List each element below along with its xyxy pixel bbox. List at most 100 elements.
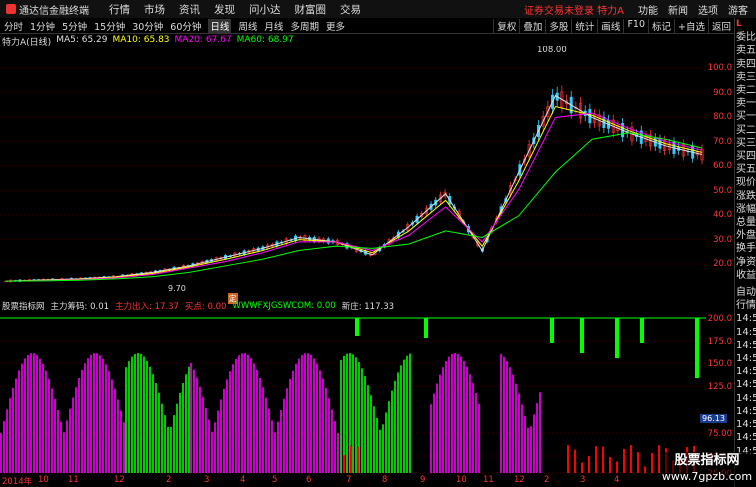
tab-monthly[interactable]: 月线: [264, 19, 283, 33]
tool-multi-stock[interactable]: 多股: [545, 18, 571, 33]
tab-60min[interactable]: 60分钟: [170, 19, 201, 33]
ma-lines: [5, 94, 703, 282]
menu-market[interactable]: 市场: [144, 2, 165, 17]
menu-trade[interactable]: 交易: [340, 2, 361, 17]
tab-intraday[interactable]: 分时: [4, 19, 23, 33]
ind-bar: [241, 353, 243, 473]
ind-red-bar: [350, 445, 352, 473]
ind-bar: [232, 364, 234, 473]
menu-function[interactable]: 功能: [638, 2, 658, 17]
panel-header: L: [736, 19, 742, 29]
ind-bar: [509, 367, 511, 473]
ind-bar: [131, 356, 133, 473]
tool-back[interactable]: 返回: [707, 18, 734, 33]
ind-bar: [388, 401, 390, 473]
app-name: 通达信金融终端: [19, 5, 89, 17]
tab-multi-period[interactable]: 多周期: [290, 19, 319, 33]
date-tick: 10: [38, 475, 49, 485]
date-tick: 4: [240, 475, 246, 485]
ind-green-drop: [640, 318, 644, 343]
ind-bar: [182, 382, 184, 473]
low-annotation: 9.70: [168, 284, 186, 293]
ind-red-bar: [651, 452, 653, 473]
ind-bar: [202, 397, 204, 473]
side-field: 买四: [736, 151, 756, 163]
tool-overlay[interactable]: 叠加: [519, 18, 545, 33]
indicator-name[interactable]: 股票指标网: [2, 300, 45, 312]
ind-bar: [235, 358, 237, 473]
ind-bar: [469, 374, 471, 473]
side-tick-time: 14:5: [736, 366, 756, 378]
tab-15min[interactable]: 15分钟: [94, 19, 125, 33]
ind-bar: [457, 353, 459, 473]
ind-bar: [262, 387, 264, 473]
ind-bar: [170, 426, 172, 473]
login-notice[interactable]: 证券交易未登录 特力A: [524, 2, 624, 17]
menu-quotes[interactable]: 行情: [109, 2, 130, 17]
ind-bar: [36, 355, 38, 473]
side-tick-time: 14:5: [736, 432, 756, 444]
tab-1min[interactable]: 1分钟: [30, 19, 55, 33]
candles: [4, 85, 704, 283]
indicator-main-flow: 主力出入: 17.37: [115, 302, 179, 312]
ind-bar: [304, 353, 306, 473]
tool-draw[interactable]: 画线: [597, 18, 623, 33]
ind-bar: [193, 369, 195, 473]
ind-bar: [292, 370, 294, 473]
right-menu: 功能 新闻 选项 游客: [638, 2, 748, 17]
ind-bar: [120, 410, 122, 473]
indicator-wwwfxjg: WWWFXJGSWCOM: 0.00: [232, 301, 336, 311]
ind-bar: [376, 417, 378, 473]
ind-bar: [9, 398, 11, 473]
ind-bar: [149, 366, 151, 473]
price-chart[interactable]: 108.00 9.70: [0, 46, 706, 294]
ind-bar: [274, 432, 276, 473]
menu-discover[interactable]: 发现: [214, 2, 235, 17]
ind-red-bar: [630, 445, 632, 473]
menu-news[interactable]: 资讯: [179, 2, 200, 17]
menu-options[interactable]: 选项: [698, 2, 718, 17]
ind-bar: [265, 397, 267, 473]
ind-red-bar: [357, 446, 359, 473]
menu-headlines[interactable]: 新闻: [668, 2, 688, 17]
tool-f10[interactable]: F10: [623, 18, 648, 33]
tab-daily[interactable]: 日线: [208, 18, 232, 33]
menu-wealth[interactable]: 财富圈: [295, 2, 327, 17]
ind-bar: [406, 355, 408, 473]
ind-bar: [179, 392, 181, 473]
ind-bar: [397, 372, 399, 473]
ind-bar: [436, 383, 438, 473]
ind-green-drop: [580, 318, 584, 353]
ind-bar: [472, 383, 474, 473]
menu-guest[interactable]: 游客: [728, 2, 748, 17]
menu-ask[interactable]: 问小达: [249, 2, 281, 17]
tab-weekly[interactable]: 周线: [238, 19, 257, 33]
date-tick: 12: [114, 475, 125, 485]
ind-bar: [42, 363, 44, 473]
indicator-chart[interactable]: [0, 313, 706, 475]
main-menu: 行情 市场 资讯 发现 问小达 财富圈 交易: [109, 2, 361, 17]
ind-bar: [518, 393, 520, 473]
tool-stats[interactable]: 统计: [571, 18, 597, 33]
side-tick-time: 14:5: [736, 392, 756, 404]
ma-line-ma5: [5, 94, 703, 282]
date-tick: 9: [420, 475, 426, 485]
price-tick: 60.0: [713, 161, 732, 171]
ind-red-bar: [616, 461, 618, 473]
tab-30min[interactable]: 30分钟: [132, 19, 163, 33]
tool-add-watchlist[interactable]: +自选: [674, 18, 708, 33]
ind-bar: [445, 361, 447, 473]
ind-red-bar: [574, 449, 576, 473]
ind-bar: [27, 354, 29, 473]
tab-5min[interactable]: 5分钟: [62, 19, 87, 33]
tab-more[interactable]: 更多: [326, 19, 345, 33]
ind-bar: [385, 412, 387, 473]
ind-bar: [99, 355, 101, 473]
tool-mark[interactable]: 标记: [648, 18, 674, 33]
ind-bar: [6, 409, 8, 473]
ind-bar: [84, 363, 86, 473]
tool-adjust[interactable]: 复权: [493, 18, 519, 33]
ind-red-bar: [623, 448, 625, 473]
ind-red-bar: [609, 457, 611, 473]
date-tick: 11: [483, 475, 494, 485]
